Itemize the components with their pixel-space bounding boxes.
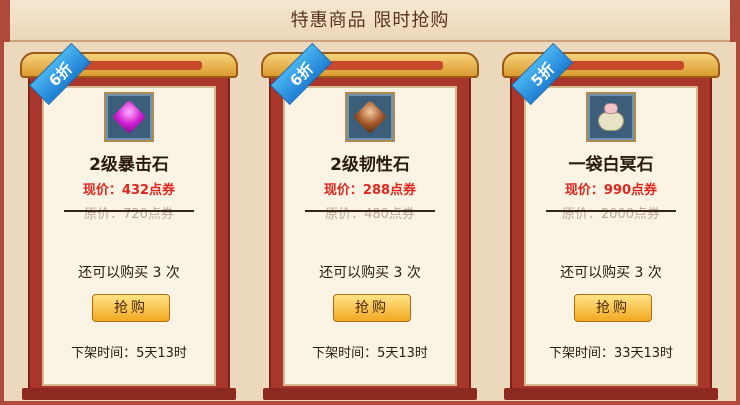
current-price: 现价：990点券 — [564, 183, 658, 198]
buy-button[interactable]: 抢购 — [92, 294, 170, 322]
original-price: 原价：720点券 — [84, 207, 174, 222]
page-title: 特惠商品 限时抢购 — [290, 10, 450, 31]
item-slot[interactable] — [104, 92, 154, 142]
stone-bag-icon — [596, 103, 626, 131]
offline-time: 下架时间：33天13时 — [548, 346, 674, 361]
card-foot — [263, 388, 477, 400]
item-name: 2级暴击石 — [89, 155, 169, 175]
current-price: 现价：432点券 — [82, 183, 176, 198]
card-foot — [504, 388, 718, 400]
brown-gem-icon — [353, 100, 387, 134]
shop-card: 5折 一袋白冥石 现价：990点券 原价：2000点券 还可以购买 3 次 抢购… — [502, 42, 720, 400]
offline-time: 下架时间：5天13时 — [71, 346, 187, 361]
shop-card: 6折 2级韧性石 现价：288点券 原价：480点券 还可以购买 3 次 抢购 … — [261, 42, 479, 400]
strikethrough-line — [64, 210, 194, 212]
strikethrough-line — [546, 210, 676, 212]
shop-card: 6折 2级暴击石 现价：432点券 原价：720点券 还可以购买 3 次 抢购 … — [20, 42, 238, 400]
card-foot — [22, 388, 236, 400]
purple-gem-icon — [112, 100, 146, 134]
strikethrough-line — [305, 210, 435, 212]
buy-button[interactable]: 抢购 — [574, 294, 652, 322]
buy-button[interactable]: 抢购 — [333, 294, 411, 322]
item-name: 2级韧性石 — [330, 155, 410, 175]
purchase-limit: 还可以购买 3 次 — [78, 265, 180, 281]
original-price: 原价：480点券 — [325, 207, 415, 222]
current-price: 现价：288点券 — [323, 183, 417, 198]
offline-time: 下架时间：5天13时 — [312, 346, 428, 361]
original-price: 原价：2000点券 — [561, 207, 661, 222]
item-slot[interactable] — [586, 92, 636, 142]
item-name: 一袋白冥石 — [568, 155, 654, 175]
item-slot[interactable] — [345, 92, 395, 142]
purchase-limit: 还可以购买 3 次 — [319, 265, 421, 281]
purchase-limit: 还可以购买 3 次 — [560, 265, 662, 281]
